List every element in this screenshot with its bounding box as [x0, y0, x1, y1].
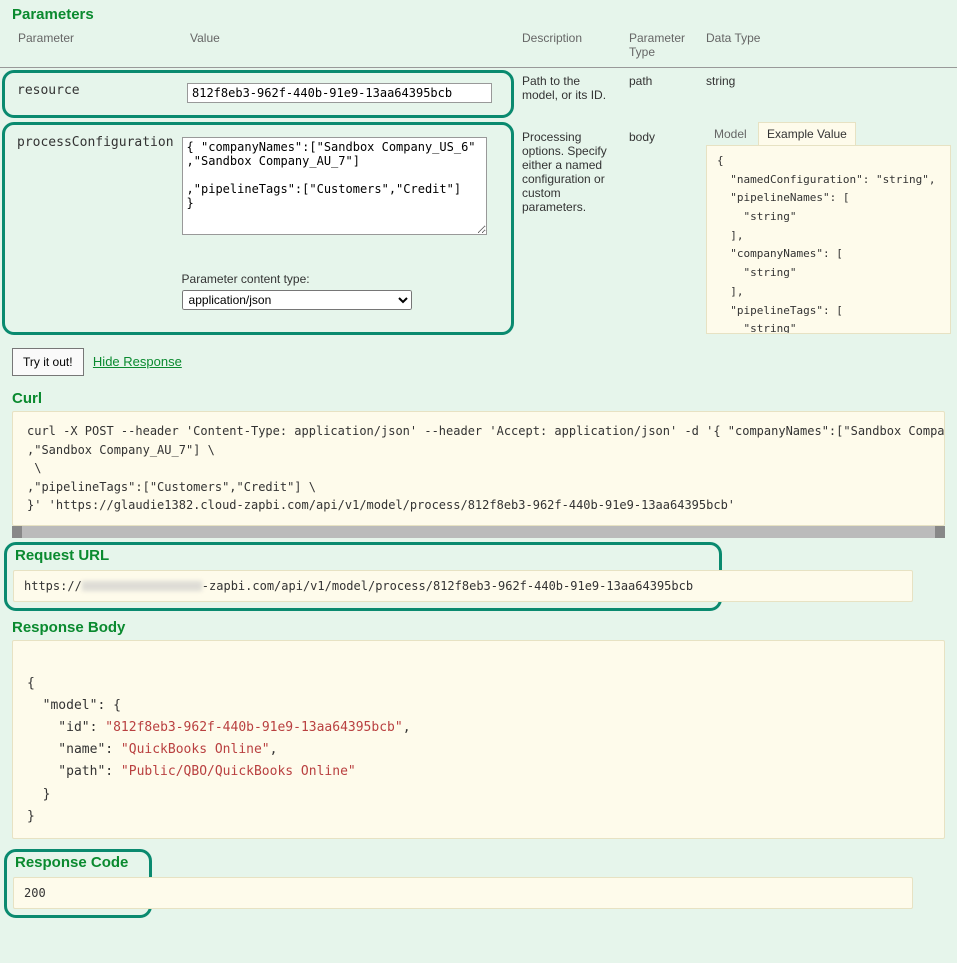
response-code-box: 200	[13, 877, 913, 909]
tab-example-value[interactable]: Example Value	[758, 122, 856, 145]
param-name-processconfig: processConfiguration	[11, 131, 174, 316]
resource-dtype: string	[700, 68, 957, 121]
example-value-box: { "namedConfiguration": "string", "pipel…	[706, 145, 951, 334]
processconfig-textarea[interactable]: { "<span class="squiggle">companyNames</…	[182, 137, 487, 235]
try-it-out-button[interactable]: Try it out!	[12, 348, 84, 376]
redacted-host	[82, 581, 202, 591]
section-curl: Curl	[0, 384, 957, 411]
col-paramtype: Parameter Type	[623, 27, 700, 68]
content-type-select[interactable]: application/json	[182, 290, 412, 310]
content-type-label: Parameter content type:	[182, 272, 499, 286]
highlight-request-url: Request URL https://-zapbi.com/api/v1/mo…	[4, 542, 722, 611]
section-request-url: Request URL	[13, 547, 713, 570]
section-response-code: Response Code	[13, 854, 143, 877]
tab-model[interactable]: Model	[706, 123, 755, 145]
parameters-table: Parameter Value Description Parameter Ty…	[0, 27, 957, 340]
response-body-box: { "model": { "id": "812f8eb3-962f-440b-9…	[12, 640, 945, 839]
highlight-processconfig: processConfiguration { "<span class="squ…	[2, 122, 514, 335]
col-value: Value	[184, 27, 516, 68]
hide-response-link[interactable]: Hide Response	[93, 354, 182, 369]
col-parameter: Parameter	[0, 27, 184, 68]
model-example-tabs: Model Example Value	[706, 122, 951, 145]
highlight-resource: resource	[2, 70, 514, 118]
processconfig-desc: Processing options. Specify either a nam…	[516, 120, 623, 340]
request-url-box: https://-zapbi.com/api/v1/model/process/…	[13, 570, 913, 602]
highlight-response-code: Response Code 200	[4, 849, 152, 918]
resource-desc: Path to the model, or its ID.	[516, 68, 623, 121]
resource-input[interactable]	[187, 83, 492, 103]
resource-ptype: path	[623, 68, 700, 121]
processconfig-ptype: body	[623, 120, 700, 340]
section-response-body: Response Body	[0, 613, 957, 640]
col-description: Description	[516, 27, 623, 68]
curl-scrollbar[interactable]	[12, 526, 945, 538]
col-datatype: Data Type	[700, 27, 957, 68]
curl-box: curl -X POST --header 'Content-Type: app…	[12, 411, 945, 526]
param-name-resource: resource	[11, 77, 179, 109]
section-parameters: Parameters	[0, 0, 957, 27]
